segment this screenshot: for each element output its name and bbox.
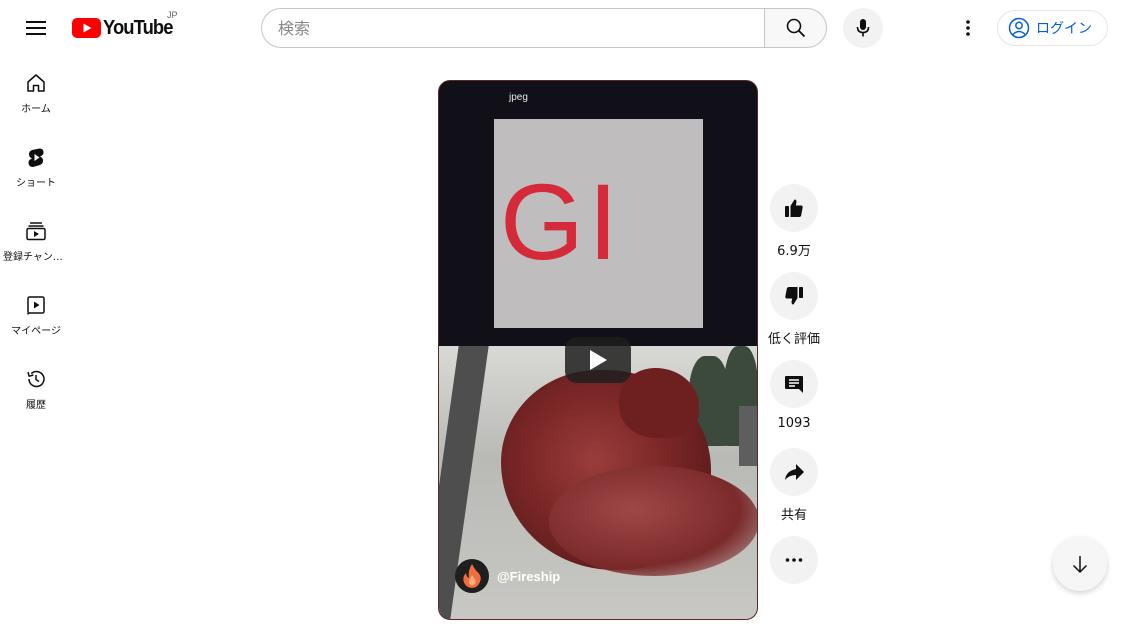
dislike-label: 低く評価 [767,332,820,347]
channel-info[interactable]: @Fireship [455,559,560,593]
more-actions-button[interactable] [770,536,818,584]
channel-handle[interactable]: @Fireship [497,569,560,584]
login-button[interactable]: ログイン [997,10,1108,46]
home-icon [27,74,45,92]
shorts-video-player[interactable]: jpeg GI @Fireship [438,80,758,620]
like-button[interactable] [770,184,818,232]
sidebar-item-label: ショート [16,178,56,189]
dog-ear [619,368,699,438]
dislike-button[interactable] [770,272,818,320]
thumbs-up-icon [785,199,803,217]
history-icon [27,370,45,388]
action-bar: 6.9万 低く評価 1093 共有 [766,184,822,624]
youtube-play-logo-icon [72,18,101,38]
login-label: ログイン [1036,21,1092,37]
share-button[interactable] [770,448,818,496]
hamburger-icon [26,21,46,35]
share-label: 共有 [780,508,807,523]
arrow-down-icon [1072,556,1088,574]
account-icon [1008,17,1030,39]
like-count: 6.9万 [777,244,811,259]
video-overlay-image: GI [494,119,703,328]
search-icon [786,18,805,38]
comment-icon [785,376,803,393]
search-button[interactable] [764,8,827,48]
share-icon [785,464,804,480]
shorts-icon [28,148,44,167]
youtube-logo[interactable]: YouTube [72,14,179,42]
subscriptions-icon [26,222,46,241]
logo-text: YouTube [103,16,173,39]
video-overlay-label: jpeg [509,92,528,103]
share-action: 共有 [766,448,822,536]
search-box [261,8,827,48]
region-code: JP [167,10,178,20]
microphone-icon [856,19,870,37]
play-button[interactable] [565,337,631,383]
car-mirror [739,406,757,466]
menu-button[interactable] [16,8,56,48]
top-bar: YouTube JP ログイン [0,0,1124,56]
more-action [766,536,822,624]
video-overlay-text: GI [500,161,623,282]
comment-button[interactable] [770,360,818,408]
sidebar: ホーム ショート 登録チャンネル マイページ 履歴 [0,56,72,426]
dog-cheek [549,466,757,576]
dislike-action: 低く評価 [766,272,822,360]
fire-icon [463,564,481,588]
sidebar-item-label: マイページ [11,326,61,337]
thumbs-down-icon [785,287,803,305]
more-vertical-icon [966,20,970,36]
sidebar-item-history[interactable]: 履歴 [0,352,72,426]
sidebar-item-label: 登録チャンネル [3,252,69,263]
play-icon [590,350,607,370]
search-input[interactable] [261,8,764,48]
sidebar-item-shorts[interactable]: ショート [0,130,72,204]
sidebar-item-subscriptions[interactable]: 登録チャンネル [0,204,72,278]
settings-more-button[interactable] [948,8,988,48]
sidebar-item-label: 履歴 [26,400,46,411]
more-horizontal-icon [785,558,803,562]
voice-search-button[interactable] [843,8,883,48]
comment-action: 1093 [766,360,822,448]
library-icon [27,296,45,315]
like-action: 6.9万 [766,184,822,272]
next-video-button[interactable] [1053,537,1107,591]
channel-avatar[interactable] [455,559,489,593]
comment-count: 1093 [777,416,811,431]
sidebar-item-library[interactable]: マイページ [0,278,72,352]
sidebar-item-home[interactable]: ホーム [0,56,72,130]
sidebar-item-label: ホーム [21,104,51,115]
